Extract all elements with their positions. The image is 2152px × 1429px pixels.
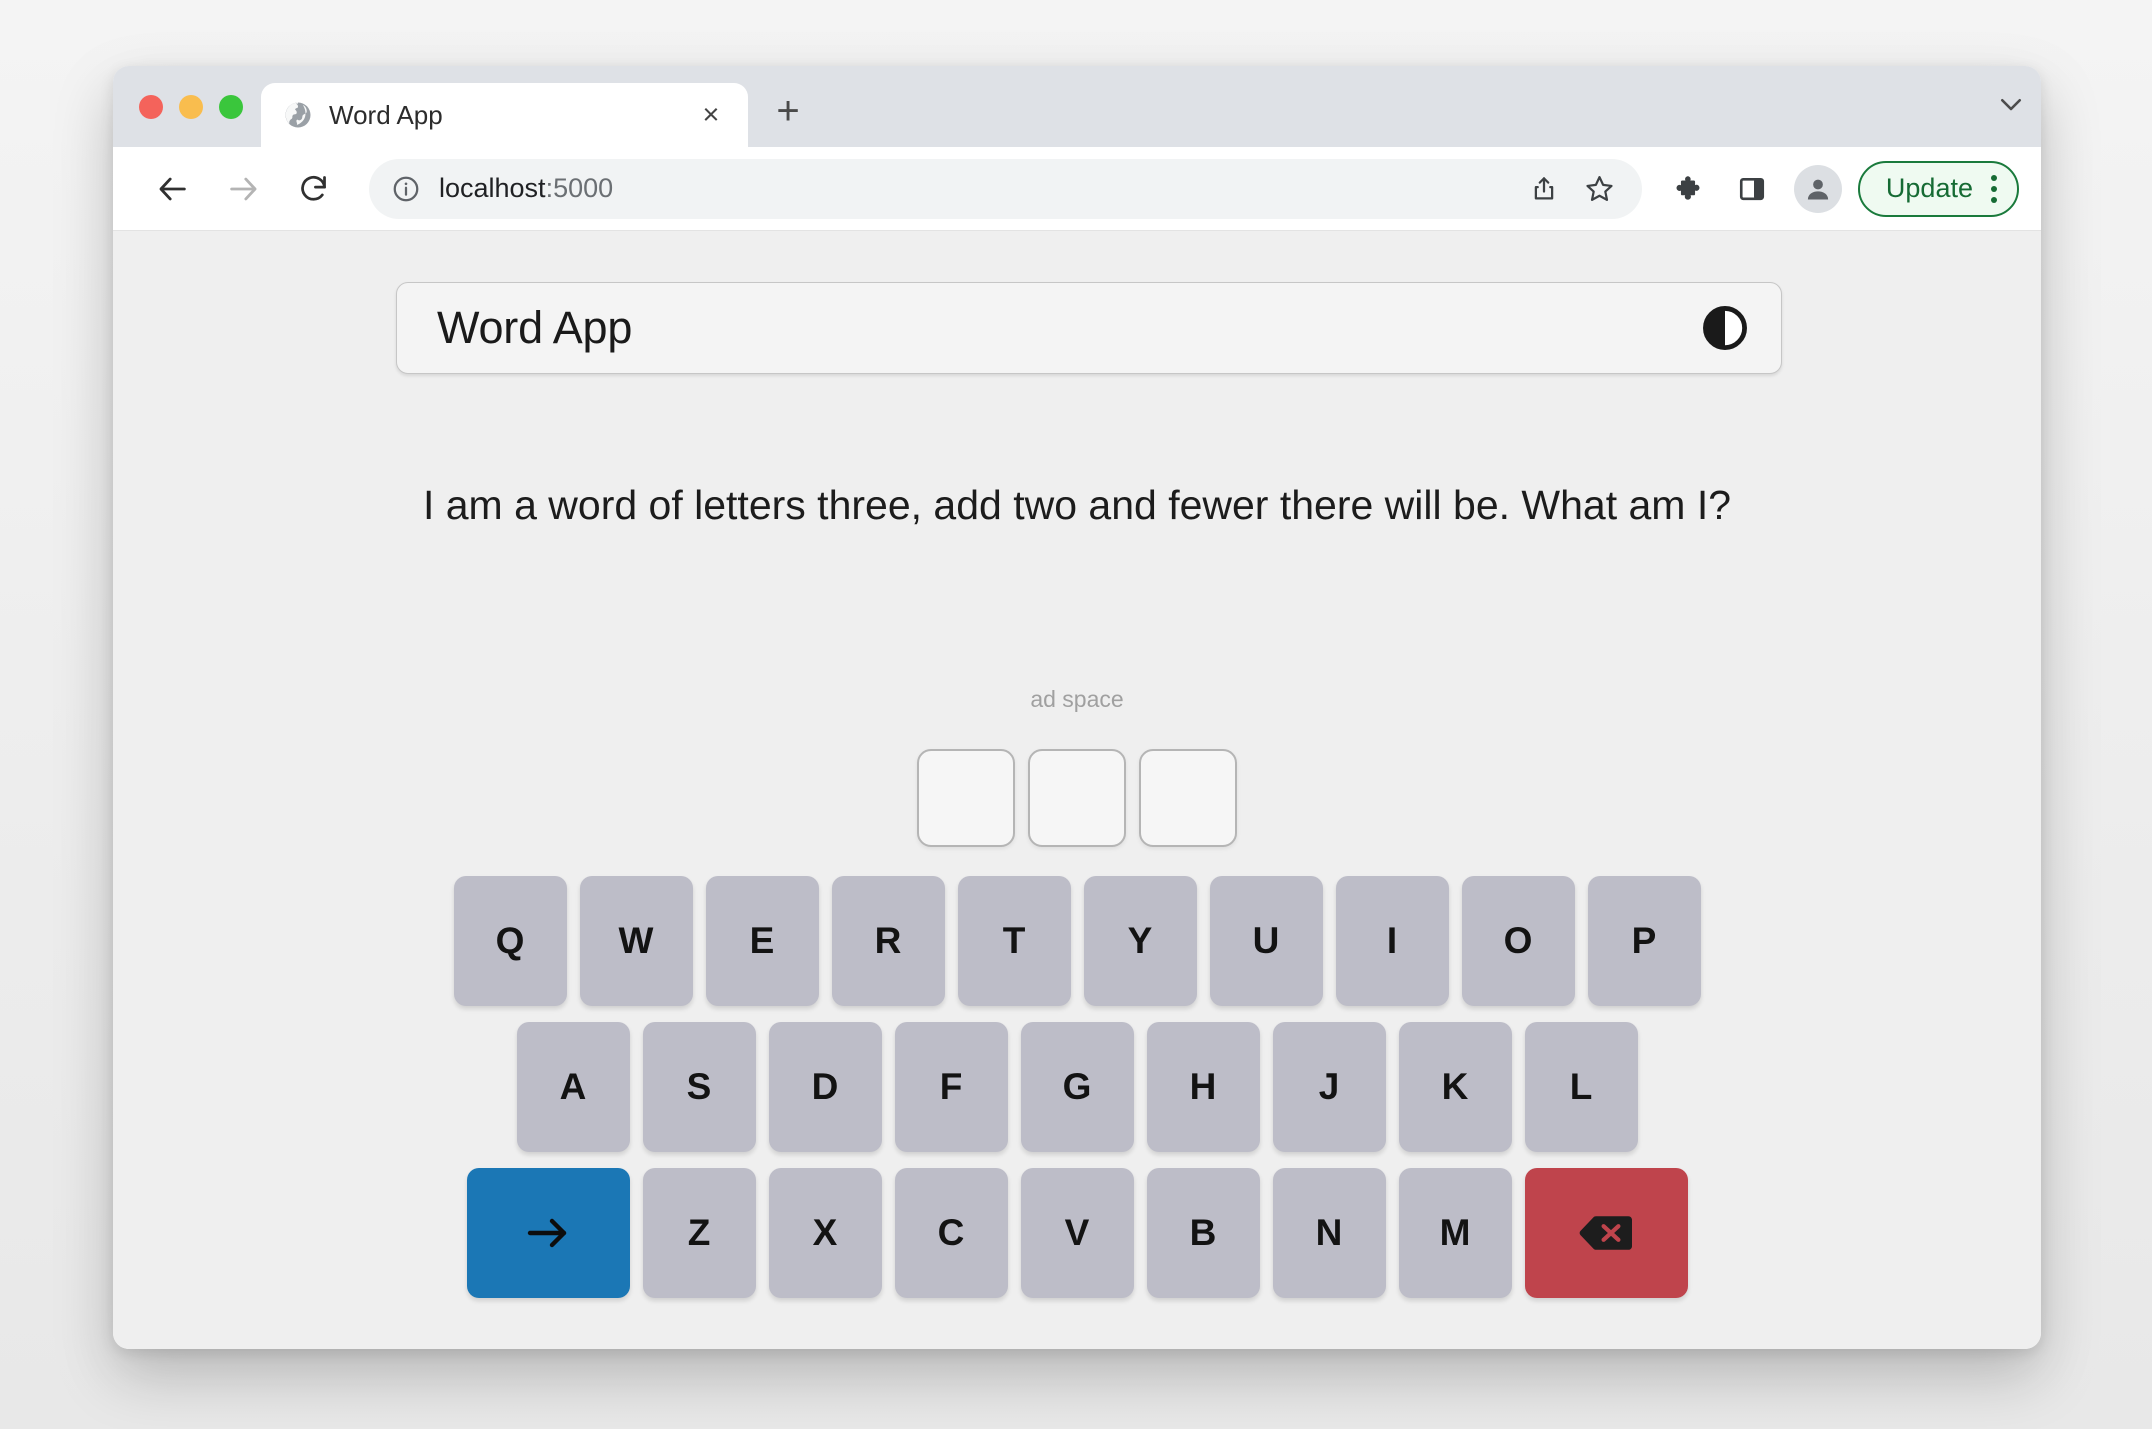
tab-strip: Word App × +: [113, 66, 2041, 147]
keyboard-row-1: Q W E R T Y U I O P: [453, 876, 1701, 1006]
key-i[interactable]: I: [1335, 876, 1449, 1006]
answer-tile[interactable]: [917, 749, 1015, 847]
minimize-window-button[interactable]: [179, 94, 203, 119]
key-w[interactable]: W: [579, 876, 693, 1006]
url-port: :5000: [545, 173, 614, 203]
puzzle-icon[interactable]: [1664, 163, 1716, 215]
address-bar[interactable]: localhost:5000: [369, 158, 1642, 219]
enter-key[interactable]: [466, 1168, 630, 1298]
back-arrow-icon[interactable]: [143, 159, 203, 219]
window-controls: [113, 66, 261, 147]
key-a[interactable]: A: [516, 1022, 630, 1152]
chevron-down-icon[interactable]: [1981, 66, 2041, 147]
key-g[interactable]: G: [1020, 1022, 1134, 1152]
key-p[interactable]: P: [1587, 876, 1701, 1006]
answer-tiles: [113, 749, 2041, 847]
key-q[interactable]: Q: [453, 876, 567, 1006]
close-tab-button[interactable]: ×: [694, 98, 728, 132]
address-bar-url: localhost:5000: [439, 173, 1506, 204]
key-c[interactable]: C: [894, 1168, 1008, 1298]
address-bar-actions: [1524, 169, 1626, 209]
new-tab-button[interactable]: +: [760, 83, 816, 147]
key-l[interactable]: L: [1524, 1022, 1638, 1152]
forward-arrow-icon[interactable]: [213, 159, 273, 219]
avatar-icon[interactable]: [1793, 164, 1842, 213]
key-d[interactable]: D: [768, 1022, 882, 1152]
reload-icon[interactable]: [283, 159, 343, 219]
key-h[interactable]: H: [1146, 1022, 1260, 1152]
share-icon[interactable]: [1524, 169, 1564, 209]
key-n[interactable]: N: [1272, 1168, 1386, 1298]
key-r[interactable]: R: [831, 876, 945, 1006]
update-button-label: Update: [1885, 173, 1973, 203]
key-o[interactable]: O: [1461, 876, 1575, 1006]
contrast-circle-icon[interactable]: [1699, 302, 1751, 354]
info-icon[interactable]: [391, 174, 421, 204]
key-z[interactable]: Z: [642, 1168, 756, 1298]
key-b[interactable]: B: [1146, 1168, 1260, 1298]
key-x[interactable]: X: [768, 1168, 882, 1298]
desktop-backdrop: Word App × + localhost:5000 Update Word …: [0, 0, 2152, 1429]
browser-toolbar: localhost:5000 Update: [113, 147, 2041, 231]
globe-icon: [283, 100, 313, 130]
zoom-window-button[interactable]: [219, 94, 243, 119]
right-arrow-icon: [522, 1213, 574, 1253]
key-u[interactable]: U: [1209, 876, 1323, 1006]
answer-tile[interactable]: [1028, 749, 1126, 847]
browser-window: Word App × + localhost:5000 Update Word …: [113, 66, 2041, 1349]
keyboard-row-2: A S D F G H J K L: [516, 1022, 1638, 1152]
ad-space-placeholder: ad space: [1030, 686, 1124, 712]
key-m[interactable]: M: [1398, 1168, 1512, 1298]
key-j[interactable]: J: [1272, 1022, 1386, 1152]
key-t[interactable]: T: [957, 876, 1071, 1006]
riddle-text: I am a word of letters three, add two an…: [422, 482, 1732, 528]
backspace-key[interactable]: [1524, 1168, 1688, 1298]
page-viewport: Word App I am a word of letters three, a…: [113, 231, 2041, 1349]
update-button[interactable]: Update: [1857, 160, 2019, 217]
key-y[interactable]: Y: [1083, 876, 1197, 1006]
star-icon[interactable]: [1580, 169, 1620, 209]
kebab-menu-icon[interactable]: [1987, 174, 2001, 203]
answer-tile[interactable]: [1139, 749, 1237, 847]
url-host: localhost: [439, 173, 546, 203]
side-panel-icon[interactable]: [1726, 163, 1778, 215]
app-header-card: Word App: [396, 282, 1782, 374]
tab-title: Word App: [329, 99, 443, 130]
key-k[interactable]: K: [1398, 1022, 1512, 1152]
page-title: Word App: [437, 302, 633, 353]
browser-tab-word-app[interactable]: Word App ×: [261, 83, 748, 147]
key-f[interactable]: F: [894, 1022, 1008, 1152]
keyboard-row-3: Z X C V B N M: [466, 1168, 1688, 1298]
backspace-icon: [1578, 1212, 1634, 1254]
close-window-button[interactable]: [139, 94, 163, 119]
key-s[interactable]: S: [642, 1022, 756, 1152]
key-e[interactable]: E: [705, 876, 819, 1006]
on-screen-keyboard: Q W E R T Y U I O P A S D F G H J K L Z …: [113, 876, 2041, 1298]
key-v[interactable]: V: [1020, 1168, 1134, 1298]
